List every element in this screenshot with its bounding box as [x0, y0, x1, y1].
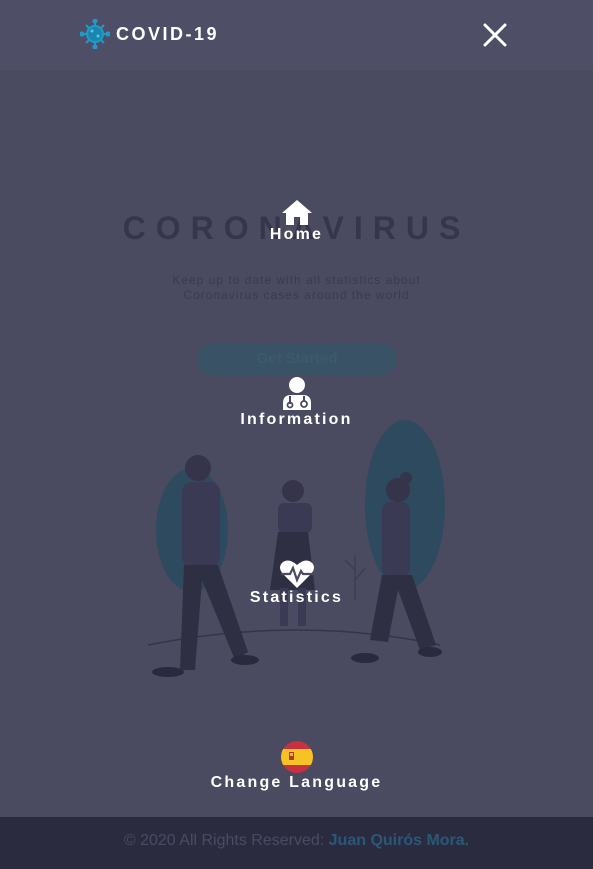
- virus-icon: [80, 19, 110, 49]
- hero-subtitle-line-2: Coronavirus cases around the world: [183, 288, 410, 302]
- people-walking-illustration: [147, 420, 445, 677]
- heartbeat-icon: [279, 560, 314, 588]
- hero-subtitle: Keep up to date with all statistics abou…: [0, 273, 593, 303]
- brand-title: COVID-19: [116, 23, 220, 44]
- author-link[interactable]: Juan Quirós Mora.: [329, 832, 469, 849]
- close-icon: [483, 23, 507, 47]
- menu-item-statistics[interactable]: Statistics: [0, 559, 593, 607]
- close-menu-button[interactable]: [481, 21, 509, 49]
- get-started-button[interactable]: Get Started: [197, 343, 397, 375]
- brand[interactable]: COVID-19: [80, 19, 219, 49]
- doctor-icon: [282, 377, 311, 410]
- menu-item-label: Change Language: [210, 774, 383, 791]
- hero-subtitle-line-1: Keep up to date with all statistics abou…: [172, 273, 421, 287]
- footer: © 2020 All Rights Reserved: Juan Quirós …: [0, 817, 593, 869]
- menu-item-home[interactable]: Home: [0, 198, 593, 244]
- menu-item-information[interactable]: Information: [0, 377, 593, 429]
- spain-flag-icon: [280, 741, 313, 773]
- menu-item-label: Home: [269, 226, 324, 243]
- footer-copyright: © 2020 All Rights Reserved:: [123, 832, 329, 849]
- page-background: COVID-19 CORONAVIRUS Keep up to date wit…: [0, 0, 593, 869]
- top-navbar: COVID-19: [0, 0, 593, 70]
- menu-item-label: Statistics: [249, 589, 344, 606]
- home-icon: [281, 200, 312, 225]
- menu-item-label: Information: [240, 411, 353, 428]
- menu-item-change-language[interactable]: Change Language: [0, 740, 593, 792]
